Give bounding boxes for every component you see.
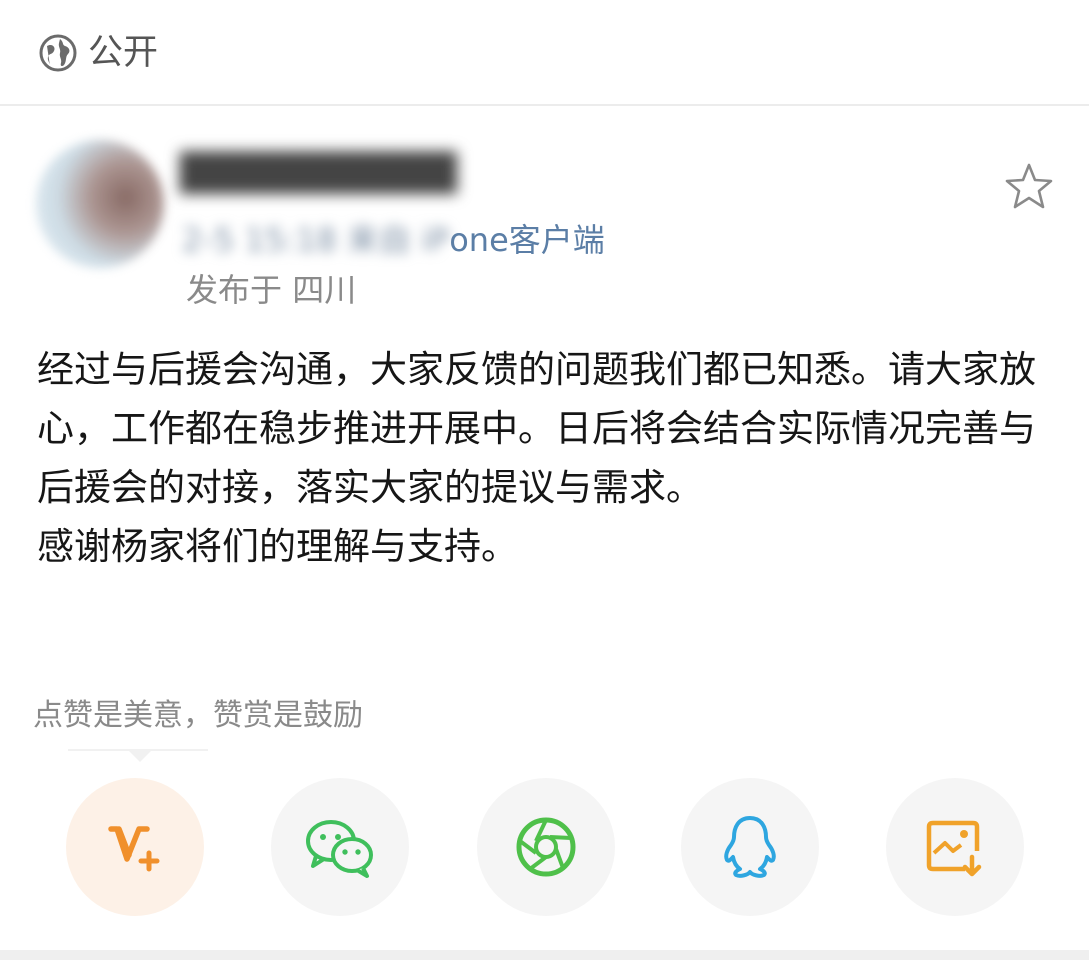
v-plus-button[interactable]	[66, 778, 204, 916]
post-source[interactable]: one客户端	[449, 221, 605, 259]
author-name[interactable]: ██████████	[180, 150, 457, 198]
v-plus-icon	[108, 826, 160, 872]
moments-shutter-icon	[516, 817, 576, 877]
tooltip-arrow	[128, 750, 152, 762]
post-content: 经过与后援会沟通，大家反馈的问题我们都已知悉。请大家放心，工作都在稳步推进开展中…	[37, 340, 1057, 576]
wechat-icon	[306, 820, 373, 878]
avatar[interactable]	[36, 140, 164, 268]
post-meta: 2-5 15:18 来自 iPone客户端	[182, 218, 605, 262]
visibility-bar: 公开	[0, 0, 1089, 106]
post-location: 发布于 四川	[186, 268, 356, 312]
qq-penguin-icon	[724, 816, 776, 878]
post-paragraph: 感谢杨家将们的理解与支持。	[37, 525, 518, 568]
location-prefix: 发布于	[186, 271, 283, 309]
star-outline-icon[interactable]	[1002, 160, 1056, 214]
share-qq-button[interactable]	[681, 778, 819, 916]
post-paragraph: 经过与后援会沟通，大家反馈的问题我们都已知悉。请大家放心，工作都在稳步推进开展中…	[37, 348, 1036, 509]
share-wechat-button[interactable]	[271, 778, 409, 916]
post-timestamp: 2-5 15:18 来自 iP	[182, 221, 450, 259]
reward-hint: 点赞是美意，赞赏是鼓励	[33, 698, 363, 733]
bottom-divider	[0, 950, 1089, 960]
save-image-button[interactable]	[886, 778, 1024, 916]
globe-icon	[39, 34, 77, 72]
save-image-icon	[926, 820, 982, 877]
visibility-label: 公开	[88, 33, 159, 73]
share-moments-button[interactable]	[477, 778, 615, 916]
post-detail-screen: 公开 ██████████ 2-5 15:18 来自 iPone客户端 发布于 …	[0, 0, 1089, 960]
location-place: 四川	[292, 271, 357, 309]
